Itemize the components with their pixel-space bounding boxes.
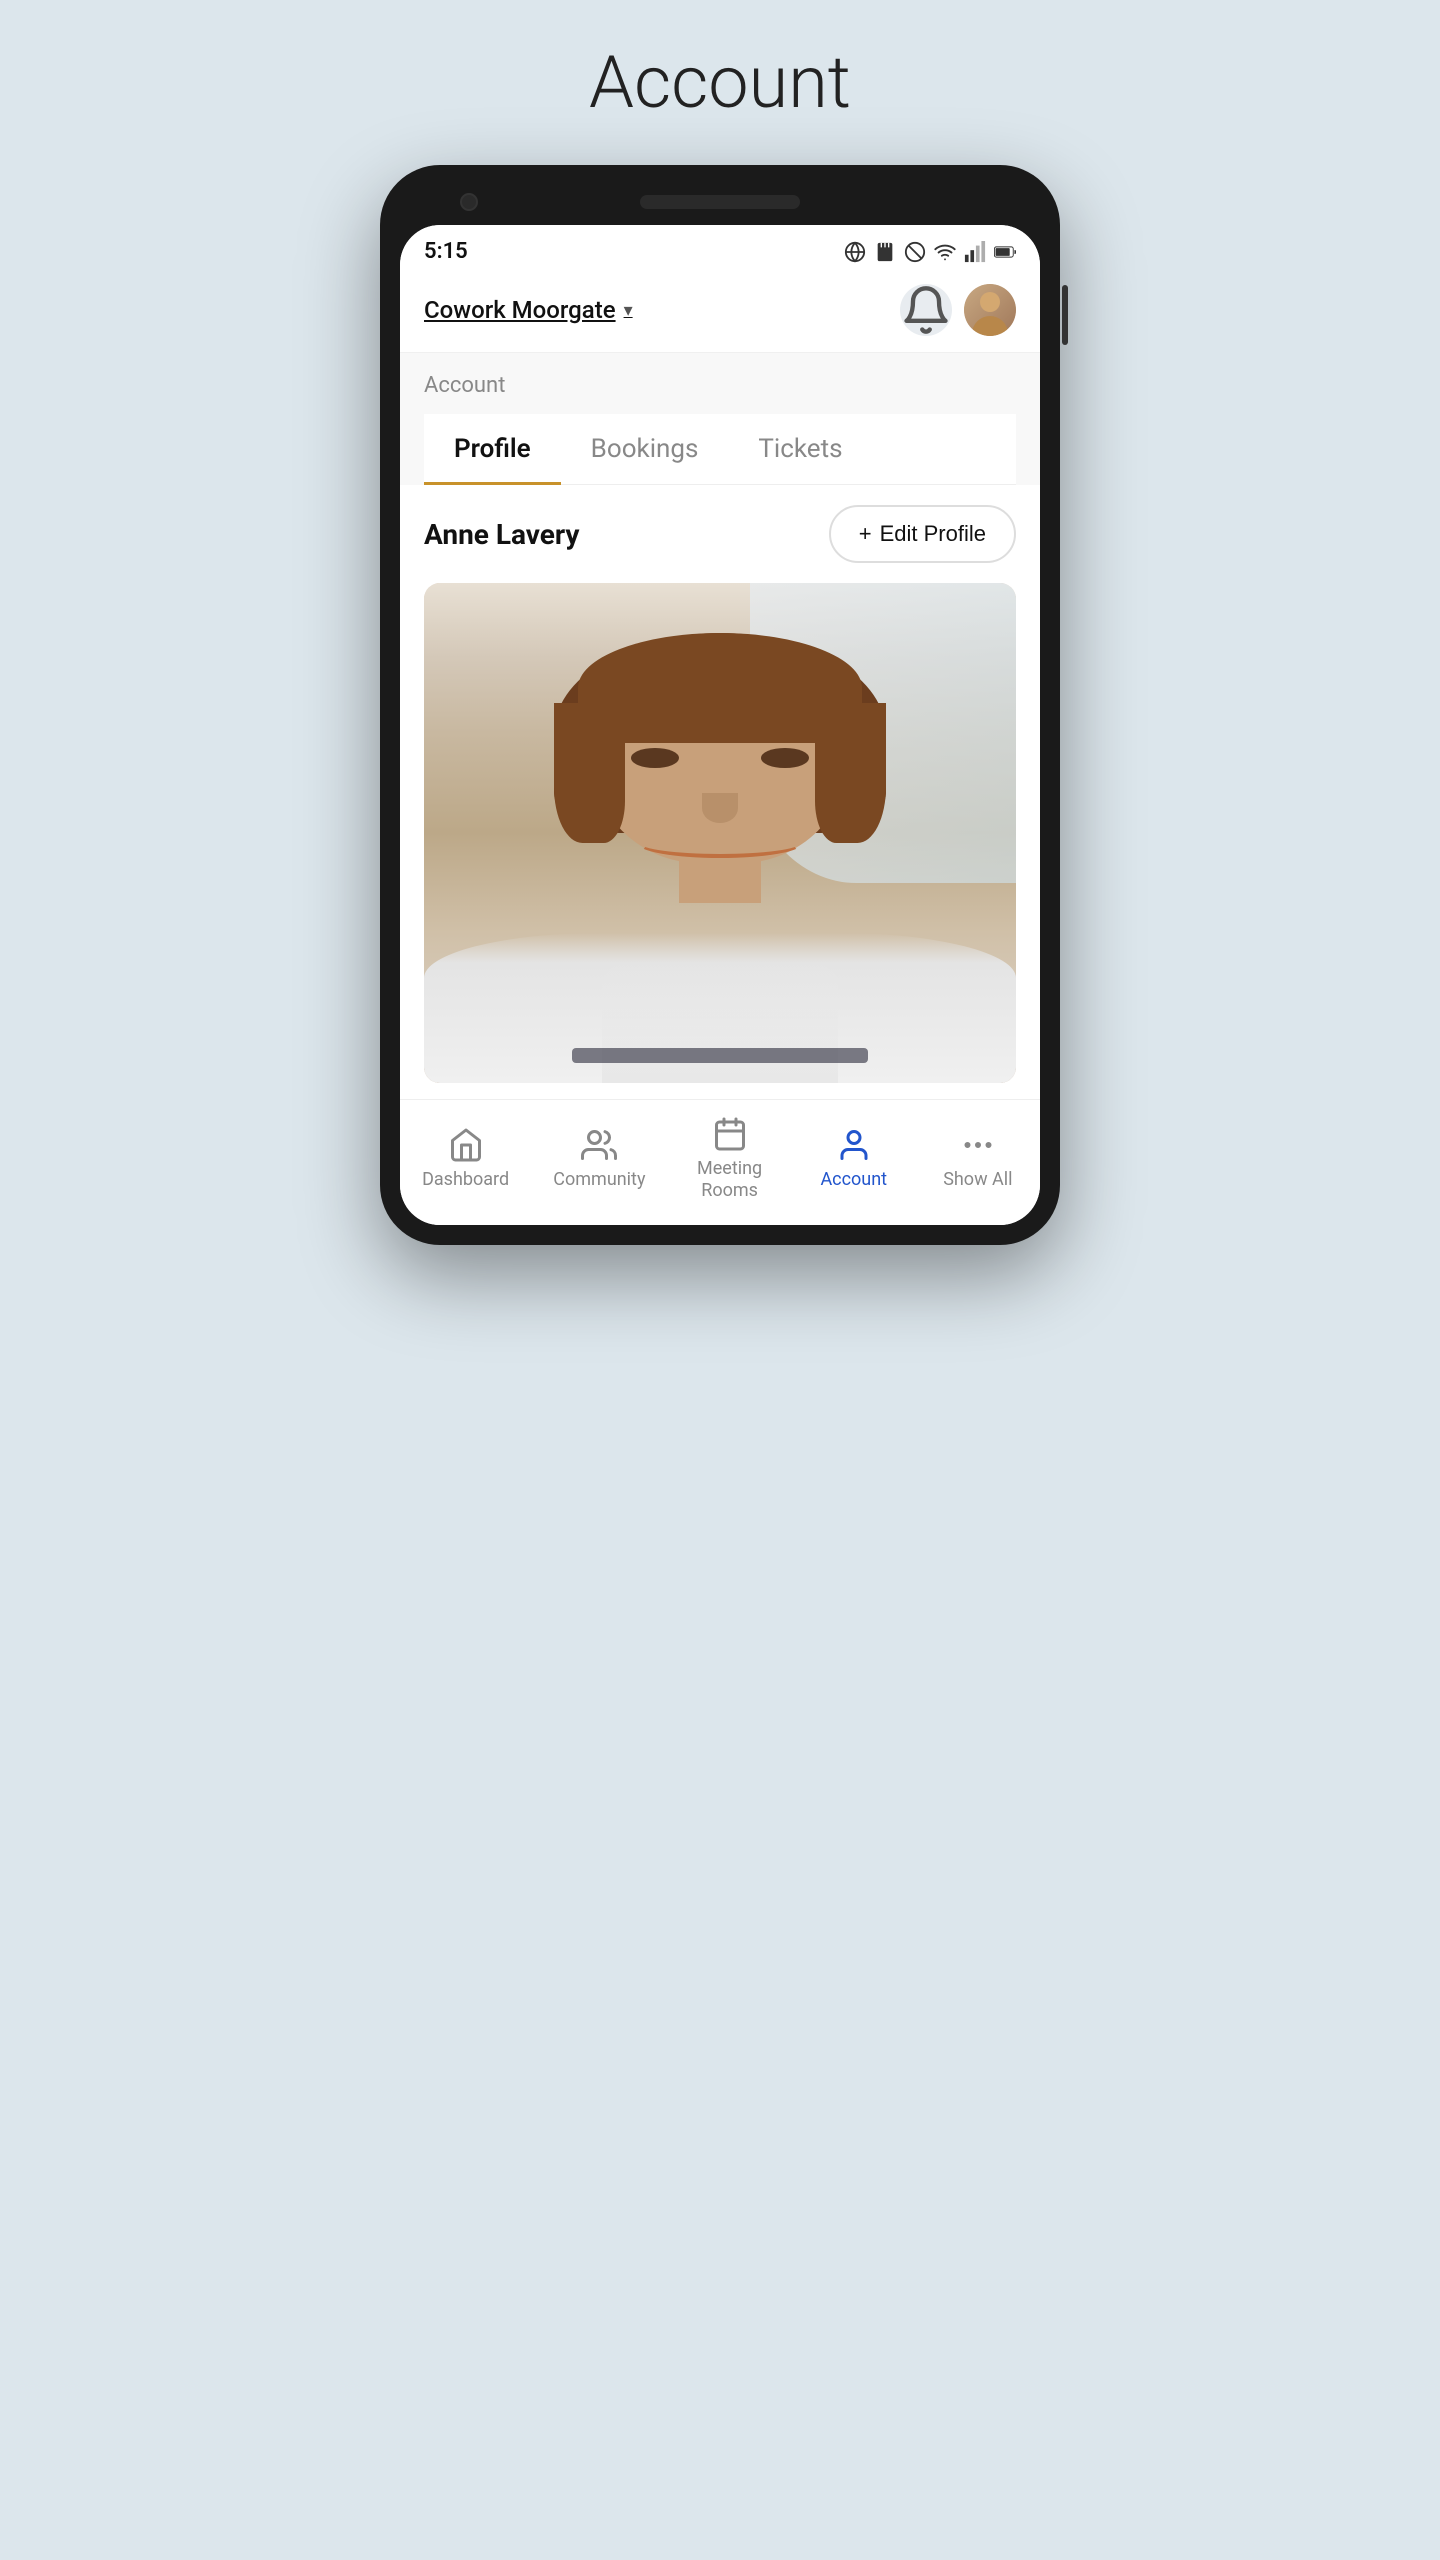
profile-image-bg <box>424 583 1016 1083</box>
nav-label-account: Account <box>820 1169 887 1191</box>
sd-card-icon <box>874 241 896 263</box>
bottom-nav: Dashboard Community <box>400 1099 1040 1225</box>
nav-item-community[interactable]: Community <box>553 1127 645 1191</box>
wifi-icon <box>934 241 956 263</box>
home-icon <box>448 1127 484 1163</box>
app-header: Cowork Moorgate ▾ <box>400 272 1040 353</box>
user-avatar-button[interactable] <box>964 284 1016 336</box>
globe-icon <box>844 241 866 263</box>
header-actions <box>900 284 1016 336</box>
tabs-container: Profile Bookings Tickets <box>424 414 1016 485</box>
account-icon <box>836 1127 872 1163</box>
avatar <box>964 284 1016 336</box>
nav-item-meeting-rooms[interactable]: MeetingRooms <box>690 1116 770 1201</box>
phone-camera <box>460 193 478 211</box>
signal-icon <box>964 241 986 263</box>
phone-top-bar <box>400 185 1040 225</box>
edit-profile-button[interactable]: + Edit Profile <box>829 505 1016 563</box>
tab-tickets[interactable]: Tickets <box>728 414 872 484</box>
workspace-selector[interactable]: Cowork Moorgate ▾ <box>424 296 633 324</box>
profile-section: Anne Lavery + Edit Profile <box>400 485 1040 1099</box>
status-bar: 5:15 <box>400 225 1040 272</box>
phone-speaker <box>640 195 800 209</box>
status-icons <box>844 241 1016 263</box>
chevron-down-icon: ▾ <box>624 300 633 321</box>
tab-bookings[interactable]: Bookings <box>561 414 729 484</box>
battery-icon <box>994 241 1016 263</box>
phone-screen: 5:15 <box>400 225 1040 1225</box>
nav-item-dashboard[interactable]: Dashboard <box>422 1127 509 1191</box>
plus-icon: + <box>859 521 872 547</box>
more-icon <box>960 1127 996 1163</box>
no-sound-icon <box>904 241 926 263</box>
account-section-label: Account <box>424 373 1016 398</box>
content-area: Account Profile Bookings Tickets <box>400 353 1040 485</box>
nav-item-show-all[interactable]: Show All <box>938 1127 1018 1191</box>
profile-header: Anne Lavery + Edit Profile <box>424 505 1016 563</box>
edit-profile-label: Edit Profile <box>880 521 986 547</box>
phone-frame: 5:15 <box>380 165 1060 1245</box>
community-icon <box>581 1127 617 1163</box>
notification-bell-button[interactable] <box>900 284 952 336</box>
profile-name: Anne Lavery <box>424 518 579 551</box>
nav-label-dashboard: Dashboard <box>422 1169 509 1191</box>
nav-item-account[interactable]: Account <box>814 1127 894 1191</box>
workspace-name: Cowork Moorgate <box>424 296 616 324</box>
profile-image <box>424 583 1016 1083</box>
tab-profile[interactable]: Profile <box>424 414 561 484</box>
page-title: Account <box>589 40 851 125</box>
calendar-icon <box>712 1116 748 1152</box>
nav-label-community: Community <box>553 1169 645 1191</box>
phone-side-button <box>1062 285 1068 345</box>
nav-label-meeting-rooms: MeetingRooms <box>697 1158 762 1201</box>
status-time: 5:15 <box>424 239 468 264</box>
nav-label-show-all: Show All <box>943 1169 1012 1191</box>
